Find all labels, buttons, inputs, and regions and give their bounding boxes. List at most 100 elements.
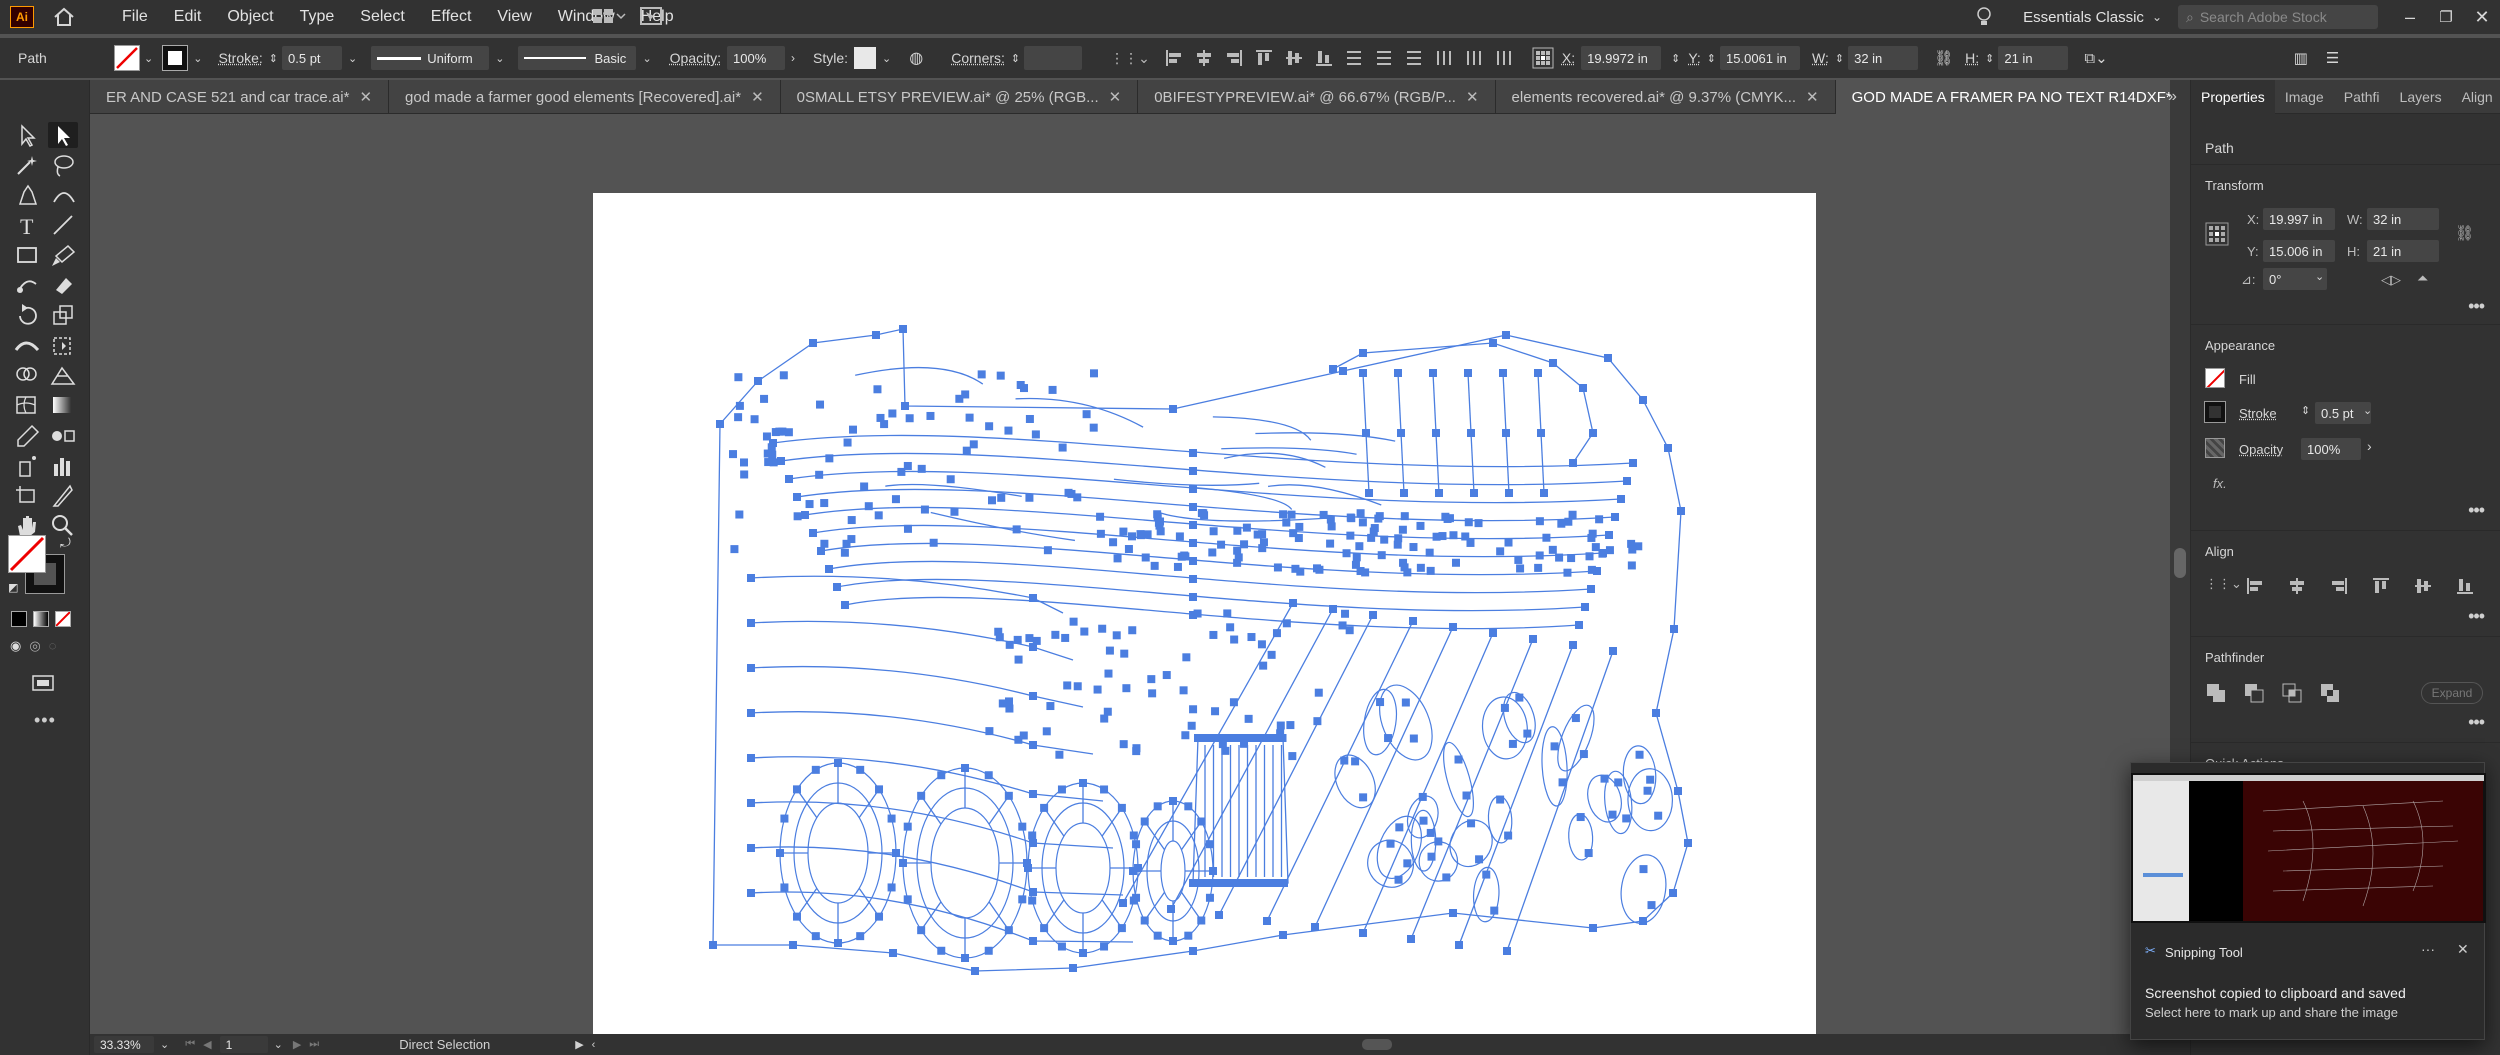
document-tab[interactable]: god made a farmer good elements [Recover…: [389, 80, 781, 114]
anchor-point[interactable]: [793, 913, 801, 921]
anchor-point[interactable]: [1090, 369, 1098, 377]
anchor-point[interactable]: [1536, 551, 1544, 559]
stroke-label[interactable]: Stroke:: [218, 50, 262, 66]
anchor-point[interactable]: [865, 502, 873, 510]
anchor-point[interactable]: [1429, 369, 1437, 377]
anchor-point[interactable]: [1097, 530, 1105, 538]
anchor-point[interactable]: [978, 370, 986, 378]
anchor-point[interactable]: [1505, 489, 1513, 497]
anchor-point[interactable]: [1359, 369, 1367, 377]
anchor-point[interactable]: [1125, 545, 1133, 553]
anchor-point[interactable]: [1549, 359, 1557, 367]
anchor-point[interactable]: [985, 771, 993, 779]
anchor-point[interactable]: [1572, 714, 1580, 722]
exclude-icon[interactable]: [2319, 682, 2341, 704]
anchor-point[interactable]: [1210, 879, 1218, 887]
transform-y-field[interactable]: 15.006 in: [2263, 240, 2335, 262]
rectangle-tool-icon[interactable]: [12, 242, 42, 268]
anchor-point[interactable]: [1569, 641, 1577, 649]
anchor-point[interactable]: [1340, 757, 1348, 765]
appearance-stroke-swatch[interactable]: [2205, 402, 2225, 422]
chevron-down-icon[interactable]: ⌄: [274, 1038, 283, 1051]
anchor-point[interactable]: [1652, 709, 1660, 717]
anchor-point[interactable]: [1357, 509, 1365, 517]
type-tool-icon[interactable]: T: [12, 212, 42, 238]
anchor-point[interactable]: [847, 535, 855, 543]
anchor-point[interactable]: [904, 895, 912, 903]
variable-width-profile[interactable]: Uniform: [371, 46, 489, 70]
anchor-point[interactable]: [1280, 879, 1288, 887]
anchor-point[interactable]: [1376, 698, 1384, 706]
anchor-point[interactable]: [1240, 540, 1248, 548]
distribute-left-icon[interactable]: [1434, 48, 1454, 68]
chevron-right-icon[interactable]: ›: [2367, 438, 2372, 454]
anchor-point[interactable]: [778, 428, 786, 436]
anchor-point[interactable]: [1113, 631, 1121, 639]
panel-menu-icon[interactable]: ☰: [2326, 49, 2339, 67]
canvas[interactable]: [90, 114, 2170, 1034]
intersect-icon[interactable]: [2281, 682, 2303, 704]
anchor-point[interactable]: [1490, 907, 1498, 915]
anchor-point[interactable]: [1132, 894, 1140, 902]
anchor-point[interactable]: [1283, 619, 1291, 627]
symbol-sprayer-tool-icon[interactable]: [12, 452, 42, 478]
anchor-point[interactable]: [1029, 692, 1037, 700]
anchor-point[interactable]: [1504, 832, 1512, 840]
anchor-point[interactable]: [1577, 813, 1585, 821]
w-label[interactable]: W:: [1812, 50, 1829, 66]
anchor-point[interactable]: [1051, 631, 1059, 639]
arrange-documents-icon[interactable]: [592, 6, 626, 26]
anchor-point[interactable]: [1106, 647, 1114, 655]
anchor-point[interactable]: [1148, 689, 1156, 697]
anchor-point[interactable]: [1669, 889, 1677, 897]
anchor-point[interactable]: [1238, 879, 1246, 887]
anchor-point[interactable]: [930, 539, 938, 547]
anchor-point[interactable]: [937, 947, 945, 955]
vector-path[interactable]: [751, 621, 1073, 660]
anchor-point[interactable]: [747, 574, 755, 582]
anchor-point[interactable]: [1420, 817, 1428, 825]
anchor-point[interactable]: [1449, 531, 1457, 539]
opacity-field[interactable]: 100%: [727, 46, 785, 70]
anchor-point[interactable]: [1432, 429, 1440, 437]
anchor-point[interactable]: [1581, 603, 1589, 611]
anchor-point[interactable]: [1273, 879, 1281, 887]
fx-effects-button[interactable]: fx.: [2213, 476, 2227, 491]
anchor-point[interactable]: [1189, 521, 1197, 529]
zoom-level-field[interactable]: 33.33%: [94, 1036, 154, 1053]
anchor-point[interactable]: [841, 549, 849, 557]
anchor-point[interactable]: [1199, 509, 1207, 517]
constrain-link-icon[interactable]: ⛓: [2455, 224, 2474, 242]
anchor-point[interactable]: [1215, 911, 1223, 919]
anchor-point[interactable]: [1189, 557, 1197, 565]
w-stepper-icon[interactable]: ⇕: [1835, 52, 1844, 65]
anchor-point[interactable]: [1352, 561, 1360, 569]
eyedropper-tool-icon[interactable]: [12, 422, 42, 448]
lightbulb-icon[interactable]: [1975, 6, 1993, 28]
menu-object[interactable]: Object: [227, 8, 273, 26]
anchor-point[interactable]: [1181, 731, 1189, 739]
anchor-point[interactable]: [1534, 369, 1542, 377]
document-tab[interactable]: 0SMALL ETSY PREVIEW.ai* @ 25% (RGB... ✕: [781, 80, 1139, 114]
edit-toolbar-icon[interactable]: •••: [34, 710, 56, 731]
tab-properties[interactable]: Properties: [2191, 80, 2275, 114]
anchor-point[interactable]: [1361, 568, 1369, 576]
anchor-point[interactable]: [1464, 369, 1472, 377]
anchor-point[interactable]: [1169, 405, 1177, 413]
anchor-point[interactable]: [833, 583, 841, 591]
anchor-point[interactable]: [1369, 611, 1377, 619]
anchor-point[interactable]: [1296, 568, 1304, 576]
wheel-path[interactable]: [1161, 841, 1185, 901]
anchor-point[interactable]: [1315, 689, 1323, 697]
anchor-point[interactable]: [1555, 554, 1563, 562]
anchor-point[interactable]: [1585, 849, 1593, 857]
anchor-point[interactable]: [1475, 519, 1483, 527]
artboard-number-field[interactable]: 1: [220, 1036, 268, 1053]
minus-front-icon[interactable]: [2243, 682, 2265, 704]
anchor-point[interactable]: [1028, 831, 1036, 839]
align-vertical-center-icon[interactable]: [1284, 48, 1304, 68]
anchor-point[interactable]: [1449, 623, 1457, 631]
anchor-point[interactable]: [1438, 532, 1446, 540]
vector-path[interactable]: [855, 368, 983, 384]
anchor-point[interactable]: [1329, 365, 1337, 373]
